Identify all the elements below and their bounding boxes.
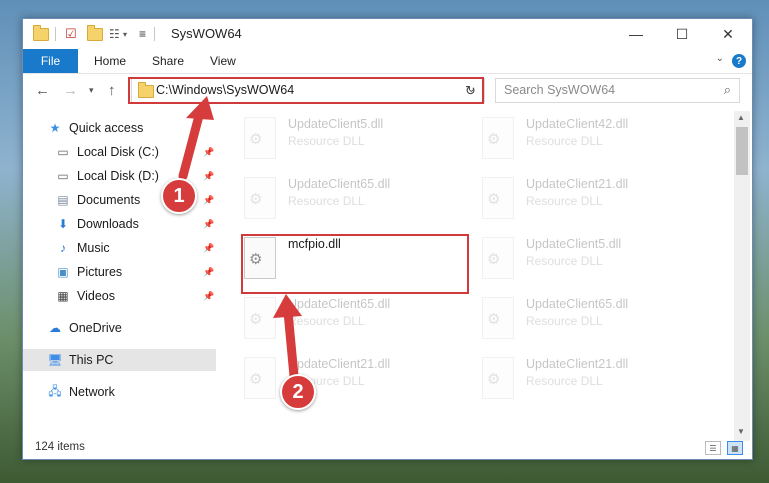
arrow-2 xyxy=(283,307,299,381)
annotation-arrows xyxy=(178,96,302,381)
arrow-1-head xyxy=(186,96,214,120)
step-1-badge: 1 xyxy=(161,178,197,214)
arrow-2-head xyxy=(273,294,302,318)
arrow-1 xyxy=(178,107,205,181)
step-2-badge: 2 xyxy=(280,374,316,410)
